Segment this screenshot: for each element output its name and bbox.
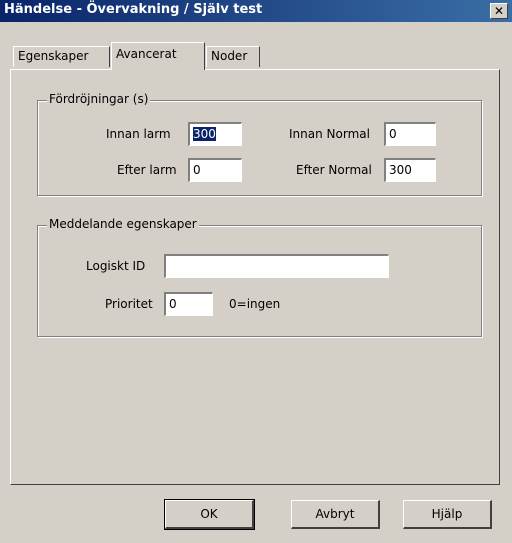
delays-group-title: Fördröjningar (s) bbox=[47, 92, 151, 106]
priority-label: Prioritet bbox=[105, 297, 153, 311]
message-group bbox=[37, 225, 482, 337]
window-title: Händelse - Övervakning / Själv test bbox=[4, 2, 263, 17]
before-normal-label: Innan Normal bbox=[289, 127, 370, 141]
close-button[interactable]: ✕ bbox=[490, 3, 508, 19]
before-alarm-label: Innan larm bbox=[106, 127, 171, 141]
before-normal-value: 0 bbox=[389, 127, 397, 141]
logical-id-label: Logiskt ID bbox=[86, 259, 146, 273]
before-alarm-field[interactable]: 300 bbox=[188, 122, 242, 146]
after-normal-field[interactable]: 300 bbox=[384, 158, 436, 182]
tab-egenskaper[interactable]: Egenskaper bbox=[13, 46, 110, 67]
tab-noder[interactable]: Noder bbox=[206, 46, 260, 67]
logical-id-field[interactable] bbox=[164, 254, 389, 278]
tab-avancerat[interactable]: Avancerat bbox=[111, 42, 205, 70]
before-normal-field[interactable]: 0 bbox=[384, 122, 436, 146]
before-alarm-value: 300 bbox=[193, 127, 216, 141]
message-group-title: Meddelande egenskaper bbox=[47, 217, 199, 231]
tab-label: Noder bbox=[211, 49, 248, 63]
after-alarm-value: 0 bbox=[193, 163, 201, 177]
title-bar[interactable]: Händelse - Övervakning / Själv test bbox=[0, 0, 512, 22]
close-icon: ✕ bbox=[493, 4, 505, 18]
after-normal-label: Efter Normal bbox=[296, 163, 372, 177]
help-button[interactable]: Hjälp bbox=[403, 500, 492, 529]
tab-label: Egenskaper bbox=[18, 49, 89, 63]
cancel-button[interactable]: Avbryt bbox=[291, 500, 380, 529]
priority-value: 0 bbox=[169, 297, 177, 311]
priority-field[interactable]: 0 bbox=[164, 292, 213, 316]
tab-label: Avancerat bbox=[116, 47, 177, 61]
ok-button[interactable]: OK bbox=[164, 499, 255, 530]
after-normal-value: 300 bbox=[389, 163, 412, 177]
after-alarm-label: Efter larm bbox=[117, 163, 177, 177]
priority-hint: 0=ingen bbox=[229, 297, 281, 311]
after-alarm-field[interactable]: 0 bbox=[188, 158, 242, 182]
